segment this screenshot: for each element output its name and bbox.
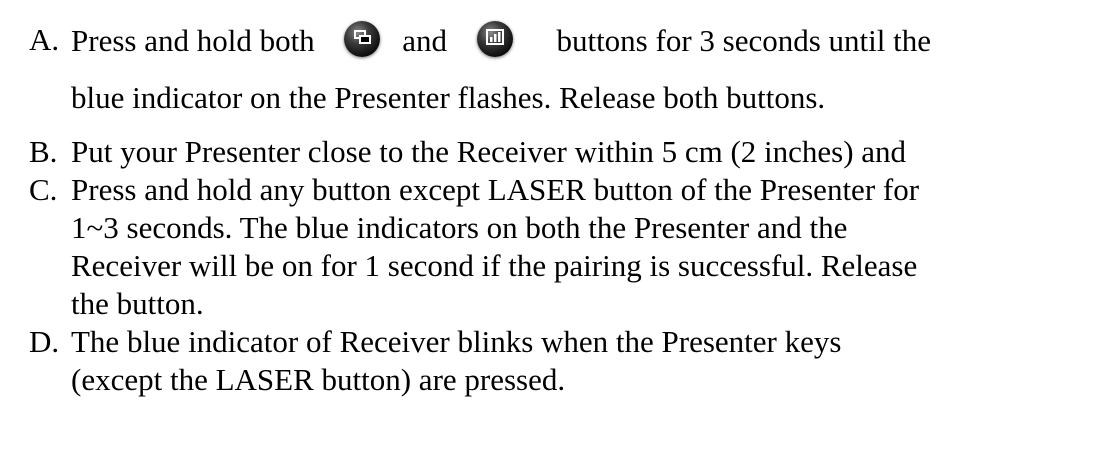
presentation-icon [476,21,513,57]
window-switch-icon [344,21,381,57]
item-text-line: Press and hold any button except LASER b… [71,172,920,207]
item-text-line: the button. [71,286,204,321]
item-marker: C. [29,172,58,207]
item-marker: B. [29,134,58,169]
item-text-line: The blue indicator of Receiver blinks wh… [71,324,842,359]
item-text-line: Put your Presenter close to the Receiver… [71,134,907,169]
item-text-line: 1~3 seconds. The blue indicators on both… [71,210,848,245]
item-text-line: blue indicator on the Presenter flashes.… [71,80,826,115]
item-text-segment: and [402,23,447,58]
item-text-line: (except the LASER button) are pressed. [71,362,566,397]
item-text-segment: buttons for 3 seconds until the [556,23,931,58]
item-text-line: Receiver will be on for 1 second if the … [71,248,918,283]
item-marker: A. [29,22,60,57]
item-text-line: Press and hold both and buttons for 3 se… [71,21,931,60]
item-text-segment: Press and hold both [71,23,315,58]
item-marker: D. [29,324,60,359]
